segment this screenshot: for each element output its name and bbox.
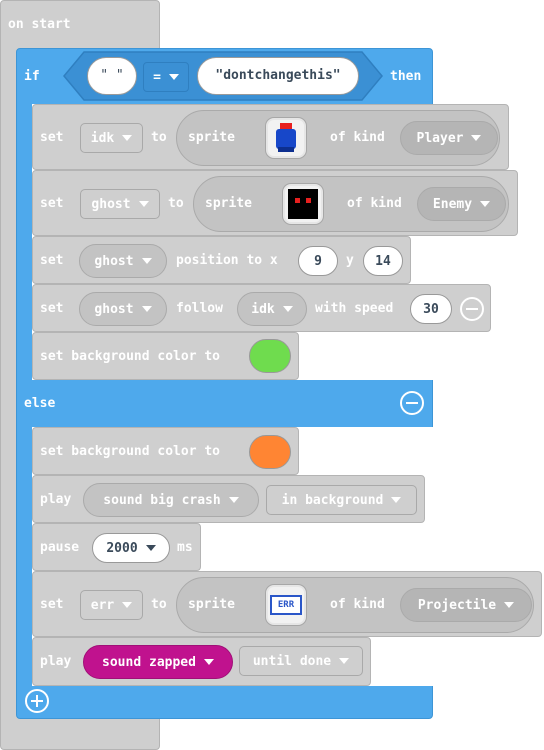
kind-dropdown-projectile[interactable]: Projectile (400, 588, 532, 622)
chevron-down-icon (141, 306, 152, 312)
chevron-down-icon (228, 497, 239, 503)
pause-duration-dropdown[interactable]: 2000 (92, 533, 170, 563)
operator-dropdown[interactable]: = (143, 62, 189, 92)
sprite-keyword: sprite (188, 597, 235, 612)
of-kind-keyword: of kind (330, 130, 385, 145)
sound-dropdown-zapped[interactable]: sound zapped (83, 645, 233, 679)
ghost-face-icon[interactable] (283, 184, 323, 224)
err-sprite-icon[interactable]: ERR (266, 585, 306, 625)
to-keyword: to (151, 130, 167, 145)
set-background-label: set background color to (40, 349, 221, 364)
on-start-label: on start (8, 17, 71, 32)
kind-dropdown-enemy[interactable]: Enemy (417, 187, 506, 221)
set-background-label: set background color to (40, 444, 221, 459)
set-keyword: set (40, 597, 64, 612)
chevron-down-icon (122, 602, 133, 608)
variable-dropdown-ghost[interactable]: ghost (80, 189, 160, 219)
collapse-icon[interactable] (460, 297, 484, 321)
speed-keyword: with speed (315, 301, 394, 316)
chevron-down-icon (168, 74, 179, 80)
if-label: if (24, 69, 40, 84)
chevron-down-icon (480, 201, 491, 207)
set-keyword: set (40, 253, 64, 268)
set-keyword: set (40, 196, 64, 211)
set-keyword: set (40, 301, 64, 316)
chevron-down-icon (471, 135, 482, 141)
sprite-variable-ghost[interactable]: ghost (79, 292, 167, 326)
chevron-down-icon (391, 497, 402, 503)
position-keyword: position to x (176, 253, 278, 268)
collapse-else-icon[interactable] (400, 391, 424, 415)
chevron-down-icon (282, 306, 293, 312)
blue-character-icon[interactable] (266, 118, 306, 158)
blue-character-icon (276, 123, 296, 152)
right-string-input[interactable]: "dontchangethis" (197, 57, 359, 95)
speed-input[interactable]: 30 (410, 294, 452, 324)
chevron-down-icon (138, 201, 149, 207)
chevron-down-icon (504, 602, 515, 608)
y-keyword: y (346, 253, 354, 268)
then-label: then (390, 69, 422, 84)
color-swatch-orange[interactable] (249, 435, 291, 469)
sprite-keyword: sprite (205, 196, 252, 211)
chevron-down-icon (145, 545, 156, 551)
to-keyword: to (168, 196, 184, 211)
kind-dropdown-player[interactable]: Player (400, 121, 498, 155)
sprite-variable-idk[interactable]: idk (237, 292, 307, 326)
chevron-down-icon (122, 135, 133, 141)
left-string-input[interactable]: " " (87, 57, 137, 95)
chevron-down-icon (141, 258, 152, 264)
to-keyword: to (151, 597, 167, 612)
set-keyword: set (40, 130, 64, 145)
sound-dropdown-big-crash[interactable]: sound big crash (83, 483, 259, 517)
of-kind-keyword: of kind (347, 196, 402, 211)
ms-keyword: ms (177, 540, 193, 555)
chevron-down-icon (339, 658, 350, 664)
sprite-keyword: sprite (188, 130, 235, 145)
play-keyword: play (40, 492, 72, 507)
play-mode-dropdown[interactable]: in background (266, 485, 417, 515)
add-branch-icon[interactable] (25, 689, 49, 713)
y-input[interactable]: 14 (363, 246, 403, 276)
color-swatch-green[interactable] (249, 339, 291, 373)
sprite-variable-ghost[interactable]: ghost (79, 244, 167, 278)
ghost-face-icon (288, 189, 318, 219)
pause-keyword: pause (40, 540, 80, 555)
of-kind-keyword: of kind (330, 597, 385, 612)
x-input[interactable]: 9 (298, 246, 338, 276)
else-label: else (24, 396, 56, 411)
follow-keyword: follow (176, 301, 223, 316)
chevron-down-icon (203, 659, 214, 665)
play-keyword: play (40, 654, 72, 669)
variable-dropdown-idk[interactable]: idk (80, 123, 143, 153)
play-mode-dropdown[interactable]: until done (239, 646, 363, 676)
variable-dropdown-err[interactable]: err (80, 590, 143, 620)
